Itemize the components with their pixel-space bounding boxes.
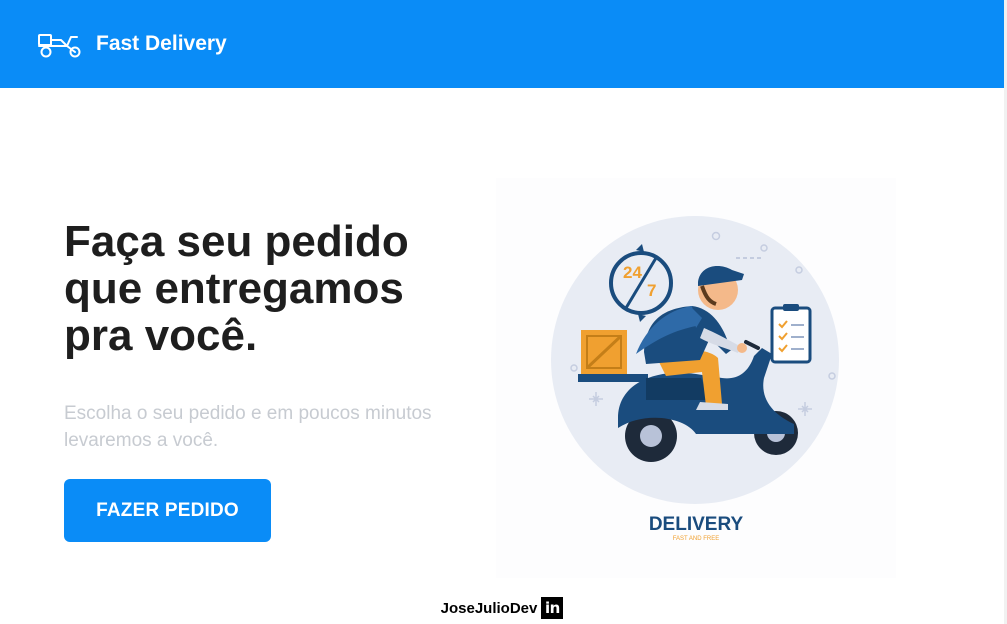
checklist-icon [770,304,812,364]
svg-text:7: 7 [647,281,656,300]
delivery-caption-sub: FAST AND FREE [673,536,720,542]
delivery-caption: DELIVERY [649,514,744,535]
author-name: JoseJulioDev [440,599,538,617]
hero-title: Faça seu pedido que entregamos pra você. [64,217,409,360]
top-navbar: Fast Delivery [0,0,1004,88]
brand-link[interactable]: Fast Delivery [96,32,227,56]
hero-subtitle: Escolha o seu pedido e em poucos minutos… [64,403,432,451]
svg-text:24: 24 [623,263,642,282]
footer: JoseJulioDev in [0,596,1004,620]
delivery-illustration: 24 7 DELIVERY FAST AND FREE [496,178,896,578]
scooter-icon[interactable] [37,29,83,59]
order-button[interactable]: FAZER PEDIDO [64,479,271,542]
linkedin-icon[interactable]: in [541,597,564,619]
